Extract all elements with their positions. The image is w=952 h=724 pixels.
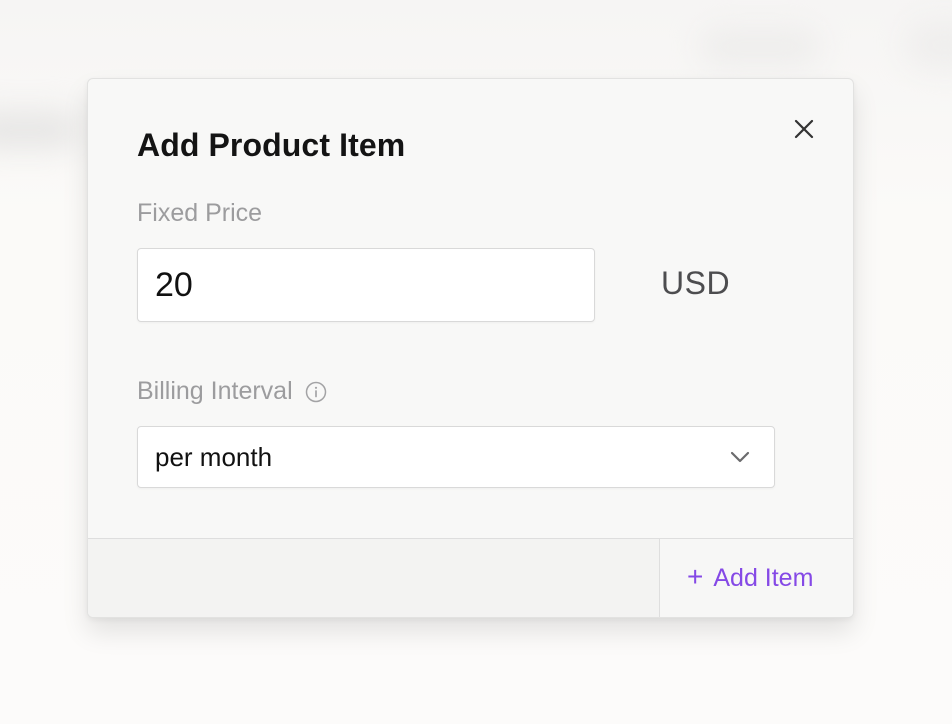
billing-interval-select[interactable]: per month <box>137 426 775 488</box>
plus-icon: + <box>687 561 704 592</box>
dialog-footer: + Add Item <box>88 538 853 617</box>
add-item-label: Add Item <box>713 564 814 592</box>
billing-interval-value: per month <box>155 441 273 472</box>
close-button[interactable] <box>788 113 820 145</box>
dialog-title: Add Product Item <box>137 127 406 163</box>
add-item-button[interactable]: + Add Item <box>659 539 853 617</box>
add-product-item-dialog: Add Product Item Fixed Price USD Billing… <box>87 78 854 618</box>
close-icon <box>794 119 814 139</box>
fixed-price-label: Fixed Price <box>137 199 263 227</box>
info-icon[interactable] <box>305 381 327 403</box>
currency-label: USD <box>661 265 731 301</box>
billing-interval-label-group: Billing Interval <box>137 377 327 406</box>
blurred-background-element <box>905 20 952 70</box>
fixed-price-input[interactable] <box>137 248 595 322</box>
billing-interval-label: Billing Interval <box>137 377 293 405</box>
chevron-down-icon <box>727 444 753 470</box>
blurred-background-element <box>0 110 80 150</box>
blurred-background-element <box>700 28 820 66</box>
